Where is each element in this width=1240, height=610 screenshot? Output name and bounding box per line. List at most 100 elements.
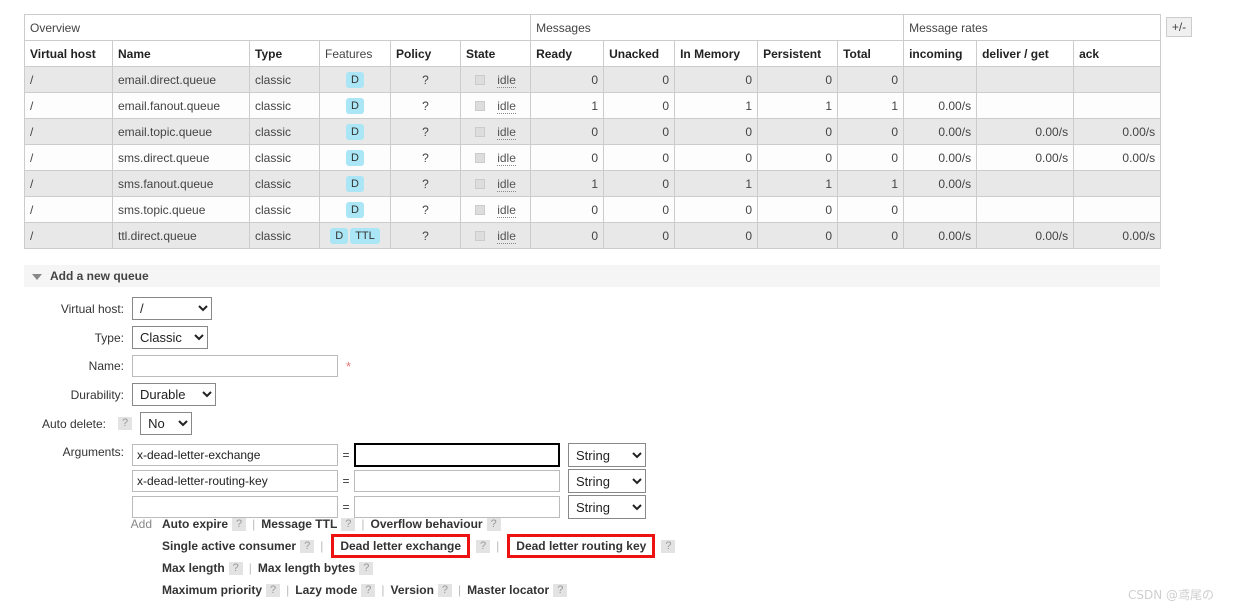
preset-link-version[interactable]: Version [391, 583, 434, 597]
table-row[interactable]: / email.fanout.queue classic D? idle 1 0 1 1 1 0.0… [24, 92, 1162, 119]
help-icon[interactable]: ? [228, 561, 243, 575]
table-row[interactable]: / sms.direct.queue classic D? idle 0 0 0 0 0 0.00/… [24, 144, 1162, 171]
column-header-total[interactable]: Total [837, 40, 905, 67]
preset-separator: | [286, 583, 290, 597]
help-icon[interactable]: ? [486, 517, 501, 531]
preset-link-max-length[interactable]: Max length [162, 561, 225, 575]
preset-link-lazy-mode[interactable]: Lazy mode [295, 583, 357, 597]
cell-persistent: 1 [757, 170, 839, 197]
column-header-vhost[interactable]: Virtual host [24, 40, 113, 67]
cell-deliver-get [976, 66, 1075, 93]
cell-deliver-get: 0.00/s [976, 144, 1075, 171]
help-icon[interactable]: ? [476, 539, 491, 553]
cell-virtual-host: / [24, 66, 113, 93]
cell-ready: 0 [530, 144, 605, 171]
cell-ack: 0.00/s [1073, 144, 1162, 171]
state-indicator-icon [475, 178, 486, 189]
cell-state: idle [459, 196, 532, 223]
argument-value-input[interactable] [354, 443, 560, 467]
cell-deliver-get: 0.00/s [976, 118, 1075, 145]
cell-queue-name[interactable]: sms.topic.queue [112, 196, 250, 223]
cell-policy: ? [390, 222, 461, 249]
group-header-row: Overview Messages Message rates [23, 14, 1162, 41]
column-header-incoming[interactable]: incoming [903, 40, 978, 67]
preset-link-message-ttl[interactable]: Message TTL [261, 517, 337, 531]
help-icon[interactable]: ? [661, 539, 676, 553]
table-row[interactable]: / ttl.direct.queue classic D TTL? idle 0 0 0 0 0 0.… [24, 222, 1162, 249]
help-icon[interactable]: ? [437, 583, 453, 597]
durability-label: Durability: [70, 387, 124, 402]
feature-badge-d: D [346, 149, 364, 166]
preset-link-maximum-priority[interactable]: Maximum priority [162, 583, 262, 597]
add-queue-section-header[interactable]: Add a new queue [24, 265, 1160, 287]
page-root: Overview Messages Message rates Virtual … [0, 0, 1240, 610]
help-icon[interactable]: ? [553, 583, 568, 597]
table-row[interactable]: / email.direct.queue classic D? idle 0 0 0 0 0 [24, 66, 1162, 93]
column-header-ready[interactable]: Ready [530, 40, 605, 67]
help-icon[interactable]: ? [300, 539, 315, 553]
cell-queue-name[interactable]: email.direct.queue [112, 66, 250, 93]
state-label: idle [497, 150, 516, 166]
state-indicator-icon [475, 100, 486, 111]
column-header-unacked[interactable]: Unacked [603, 40, 676, 67]
column-header-policy[interactable]: Policy [390, 40, 461, 67]
column-header-in-memory[interactable]: In Memory [674, 40, 759, 67]
column-header-ack[interactable]: ack [1073, 40, 1162, 67]
column-header-deliver-get[interactable]: deliver / get [976, 40, 1075, 67]
preset-link-single-active-consumer[interactable]: Single active consumer [162, 539, 296, 553]
virtual-host-select[interactable]: / [132, 297, 212, 320]
cell-state: idle [459, 118, 532, 145]
cell-virtual-host: / [24, 144, 113, 171]
field-row-arguments: Arguments: = StringNumberBooleanList = Stri… [24, 441, 1160, 521]
preset-link-max-length-bytes[interactable]: Max length bytes [258, 561, 355, 575]
field-row-type: Type: ClassicQuorumStream [24, 326, 1160, 349]
argument-value-input[interactable] [354, 470, 560, 492]
cell-total: 0 [837, 118, 905, 145]
column-header-type[interactable]: Type [249, 40, 320, 67]
queue-name-input[interactable] [132, 355, 338, 377]
column-header-state[interactable]: State [459, 40, 532, 67]
preset-link-dead-letter-routing-key[interactable]: Dead letter routing key [507, 534, 656, 558]
preset-link-dead-letter-exchange[interactable]: Dead letter exchange [331, 534, 471, 558]
state-label: idle [497, 202, 516, 218]
preset-link-auto-expire[interactable]: Auto expire [162, 517, 228, 531]
help-icon[interactable]: ? [232, 517, 247, 531]
argument-equals-sign: = [342, 500, 350, 514]
cell-in-memory: 0 [674, 66, 759, 93]
field-row-durability: Durability: DurableTransient [24, 383, 1160, 406]
argument-type-select[interactable]: StringNumberBooleanList [568, 443, 646, 467]
state-label: idle [497, 72, 516, 88]
cell-queue-name[interactable]: ttl.direct.queue [112, 222, 250, 249]
auto-delete-select[interactable]: NoYes [140, 412, 193, 435]
preset-separator: | [381, 583, 385, 597]
argument-type-select[interactable]: StringNumberBooleanList [568, 469, 646, 493]
preset-separator: | [248, 561, 252, 575]
cell-queue-name[interactable]: email.topic.queue [112, 118, 250, 145]
cell-unacked: 0 [603, 196, 676, 223]
auto-delete-help-icon[interactable]: ? [118, 417, 133, 430]
durability-select[interactable]: DurableTransient [132, 383, 216, 406]
column-header-name[interactable]: Name [112, 40, 250, 67]
group-header-messages: Messages [530, 14, 905, 41]
cell-queue-name[interactable]: sms.direct.queue [112, 144, 250, 171]
cell-ready: 1 [530, 92, 605, 119]
preset-link-master-locator[interactable]: Master locator [467, 583, 549, 597]
table-row[interactable]: / email.topic.queue classic D? idle 0 0 0 0 0 0.00… [24, 118, 1162, 145]
preset-link-overflow-behaviour[interactable]: Overflow behaviour [371, 517, 483, 531]
column-header-persistent[interactable]: Persistent [757, 40, 839, 67]
cell-queue-name[interactable]: sms.fanout.queue [112, 170, 250, 197]
type-select[interactable]: ClassicQuorumStream [132, 326, 208, 349]
cell-type: classic [249, 222, 320, 249]
help-icon[interactable]: ? [266, 583, 281, 597]
argument-key-input[interactable] [132, 470, 338, 492]
argument-key-input[interactable] [132, 444, 338, 466]
table-row[interactable]: / sms.fanout.queue classic D? idle 1 0 1 1 1 0.00/… [24, 170, 1162, 197]
help-icon[interactable]: ? [359, 561, 374, 575]
table-row[interactable]: / sms.topic.queue classic D? idle 0 0 0 0 0 [24, 196, 1162, 223]
cell-type: classic [249, 144, 320, 171]
help-icon[interactable]: ? [361, 583, 376, 597]
cell-queue-name[interactable]: email.fanout.queue [112, 92, 250, 119]
help-icon[interactable]: ? [341, 517, 356, 531]
toggle-columns-button[interactable]: +/- [1166, 17, 1192, 37]
field-row-auto-delete: Auto delete: ? NoYes [24, 412, 1160, 435]
